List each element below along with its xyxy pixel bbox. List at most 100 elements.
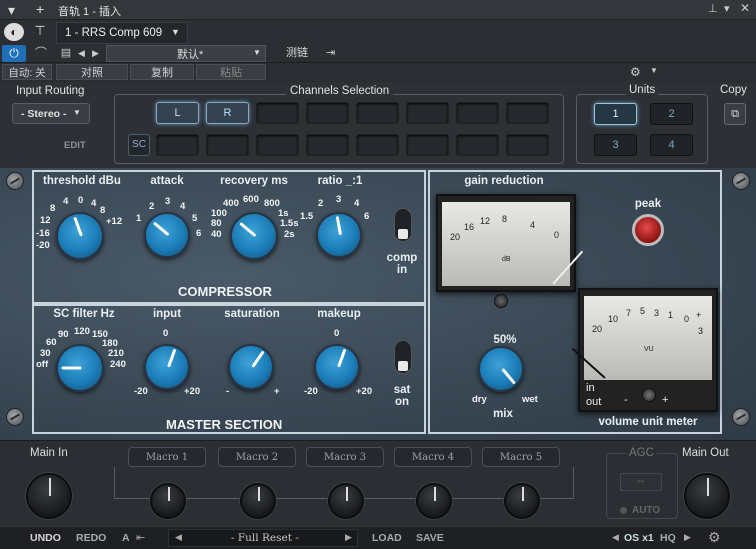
unit-3-button[interactable]: 3 bbox=[594, 134, 637, 156]
preset-dropdown[interactable]: 默认* ▼ bbox=[106, 45, 266, 62]
bypass-icon[interactable]: ◐ bbox=[4, 23, 24, 41]
next-icon[interactable]: ▶ bbox=[345, 532, 352, 543]
channel-slot[interactable] bbox=[406, 102, 449, 124]
auto-led bbox=[620, 507, 627, 514]
channel-slot[interactable] bbox=[156, 134, 199, 156]
prev-icon[interactable]: ◀ bbox=[78, 45, 90, 62]
save-button[interactable]: SAVE bbox=[416, 532, 444, 544]
next-icon[interactable]: ▶ bbox=[684, 532, 691, 543]
macro-3-button[interactable]: Macro 3 bbox=[306, 447, 384, 467]
prev-icon[interactable]: ◀ bbox=[612, 532, 619, 543]
knob-indicator bbox=[167, 348, 177, 368]
meter-tick: 7 bbox=[626, 308, 632, 318]
prev-icon[interactable]: ◀ bbox=[175, 532, 182, 543]
channel-slot[interactable] bbox=[356, 102, 399, 124]
channel-slot[interactable] bbox=[256, 102, 299, 124]
unit-4-button[interactable]: 4 bbox=[650, 134, 693, 156]
channel-slot[interactable] bbox=[256, 134, 299, 156]
main-in-knob[interactable] bbox=[26, 473, 72, 519]
saturation-knob[interactable] bbox=[228, 344, 274, 390]
input-routing-select[interactable]: - Stereo - ▼ bbox=[12, 103, 90, 124]
channel-slot[interactable] bbox=[456, 134, 499, 156]
threshold-knob[interactable] bbox=[56, 212, 104, 260]
copy-icon[interactable]: ⧉ bbox=[724, 103, 746, 125]
channel-slot[interactable] bbox=[356, 134, 399, 156]
preset-dropdown-label: 默认* bbox=[177, 48, 204, 61]
hq-button[interactable]: HQ bbox=[660, 532, 676, 544]
macro-4-knob[interactable] bbox=[416, 483, 452, 519]
link-button[interactable]: 测链 bbox=[286, 45, 320, 62]
wave-icon[interactable]: ⌒ bbox=[29, 45, 53, 62]
knob-indicator bbox=[168, 487, 170, 501]
ratio-knob[interactable] bbox=[316, 212, 362, 258]
next-icon[interactable]: ▶ bbox=[92, 45, 104, 62]
comp-in-toggle[interactable] bbox=[394, 208, 412, 242]
tick-label: 30 bbox=[40, 348, 51, 359]
vu-in-label[interactable]: in bbox=[586, 382, 595, 394]
mix-knob[interactable] bbox=[478, 346, 524, 392]
gear-icon[interactable]: ⚙ bbox=[630, 65, 646, 81]
sc-filter-knob[interactable] bbox=[56, 344, 104, 392]
redo-button[interactable]: REDO bbox=[76, 532, 106, 544]
compare-button[interactable]: 对照 bbox=[56, 64, 128, 80]
menu-icon[interactable]: ▾ bbox=[8, 2, 15, 19]
auto-label[interactable]: AUTO bbox=[632, 505, 660, 516]
os-selector[interactable]: OS x1 bbox=[624, 532, 654, 544]
window-title: 音轨 1 - 插入 bbox=[58, 6, 121, 18]
unit-2-button[interactable]: 2 bbox=[650, 103, 693, 125]
macro-1-button[interactable]: Macro 1 bbox=[128, 447, 206, 467]
channel-slot[interactable] bbox=[206, 134, 249, 156]
footer-preset-selector[interactable]: ◀ - Full Reset - ▶ bbox=[168, 529, 358, 547]
vu-out-label[interactable]: out bbox=[586, 396, 601, 408]
channel-l-button[interactable]: L bbox=[156, 102, 199, 124]
ab-button[interactable]: A bbox=[122, 532, 130, 544]
preset-selector[interactable]: 1 - RRS Comp 609 ▼ bbox=[56, 22, 188, 44]
edit-label[interactable]: EDIT bbox=[64, 140, 86, 151]
list-icon[interactable]: ▤ bbox=[58, 45, 74, 62]
macro-2-knob[interactable] bbox=[240, 483, 276, 519]
minimize-icon[interactable]: ▾ bbox=[724, 2, 730, 15]
close-icon[interactable]: ✕ bbox=[740, 1, 750, 15]
channel-slot[interactable] bbox=[506, 102, 549, 124]
sc-button[interactable]: SC bbox=[128, 134, 150, 156]
sat-on-toggle[interactable] bbox=[394, 340, 412, 374]
attack-knob[interactable] bbox=[144, 212, 190, 258]
settings-gear-icon[interactable]: ⚙ bbox=[708, 529, 721, 546]
vu-trim-screw[interactable] bbox=[642, 388, 656, 402]
recovery-knob[interactable] bbox=[230, 212, 278, 260]
plugin-face: threshold dBu attack recovery ms ratio _… bbox=[0, 168, 756, 440]
input-knob[interactable] bbox=[144, 344, 190, 390]
copy-button[interactable]: 复制 bbox=[130, 64, 194, 80]
macro-1-knob[interactable] bbox=[150, 483, 186, 519]
tick-label: 1.5s bbox=[280, 218, 299, 229]
add-icon[interactable]: + bbox=[36, 1, 44, 17]
undo-button[interactable]: UNDO bbox=[30, 532, 61, 544]
agc-value[interactable]: -- bbox=[620, 473, 662, 491]
channel-slot[interactable] bbox=[306, 102, 349, 124]
macro-4-button[interactable]: Macro 4 bbox=[394, 447, 472, 467]
unit-1-button[interactable]: 1 bbox=[594, 103, 637, 125]
load-button[interactable]: LOAD bbox=[372, 532, 402, 544]
makeup-knob[interactable] bbox=[314, 344, 360, 390]
macro-2-button[interactable]: Macro 2 bbox=[218, 447, 296, 467]
knob-indicator bbox=[346, 487, 348, 501]
pin-icon[interactable]: ⊥ bbox=[708, 2, 718, 15]
paste-button[interactable]: 粘贴 bbox=[196, 64, 266, 80]
macro-3-knob[interactable] bbox=[328, 483, 364, 519]
channel-r-button[interactable]: R bbox=[206, 102, 249, 124]
main-out-knob[interactable] bbox=[684, 473, 730, 519]
macro-5-knob[interactable] bbox=[504, 483, 540, 519]
auto-off-button[interactable]: 自动: 关 bbox=[2, 64, 52, 80]
channel-slot[interactable] bbox=[306, 134, 349, 156]
macro-5-button[interactable]: Macro 5 bbox=[482, 447, 560, 467]
routing-icon[interactable]: ⊤ bbox=[30, 23, 50, 41]
meter-tick: 8 bbox=[502, 214, 508, 224]
channel-slot[interactable] bbox=[456, 102, 499, 124]
chevron-down-icon[interactable]: ▼ bbox=[650, 66, 662, 82]
power-button[interactable]: ⏻ bbox=[2, 45, 26, 62]
copy-ab-icon[interactable]: ⇤ bbox=[136, 531, 145, 544]
channel-slot[interactable] bbox=[406, 134, 449, 156]
vu-meter-label: volume unit meter bbox=[598, 416, 698, 428]
channel-slot[interactable] bbox=[506, 134, 549, 156]
arrow-right-icon[interactable]: ⇥ bbox=[326, 45, 350, 62]
